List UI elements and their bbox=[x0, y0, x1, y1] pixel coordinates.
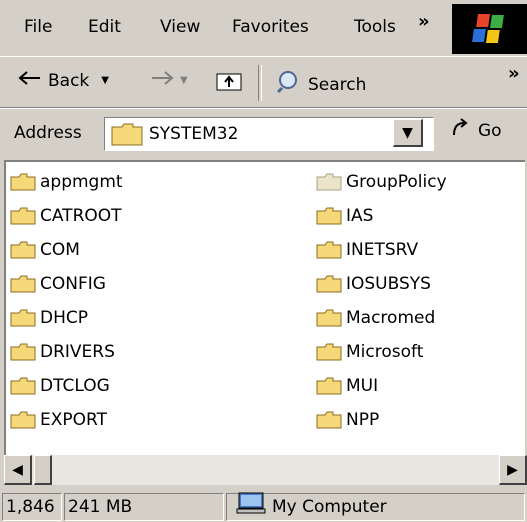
folder-icon bbox=[10, 207, 36, 225]
menu-favorites[interactable]: Favorites bbox=[232, 17, 309, 37]
folder-label: Microsoft bbox=[346, 342, 424, 362]
arrow-left-icon: ◀ bbox=[12, 462, 23, 478]
go-label: Go bbox=[478, 120, 502, 141]
standard-toolbar: Back ▼ ▼ Search » bbox=[0, 56, 527, 108]
toolbar-overflow-chevron-icon[interactable]: » bbox=[508, 63, 520, 84]
search-button[interactable]: Search bbox=[276, 70, 366, 99]
folder-label: CATROOT bbox=[40, 206, 122, 226]
status-zone: My Computer bbox=[226, 492, 525, 522]
folder-item[interactable]: GroupPolicy bbox=[316, 172, 447, 192]
go-arrow-icon bbox=[450, 117, 472, 144]
folder-icon bbox=[316, 411, 342, 429]
chevron-down-icon: ▼ bbox=[402, 125, 413, 141]
folder-icon bbox=[316, 377, 342, 395]
folder-icon bbox=[316, 309, 342, 327]
folder-label: GroupPolicy bbox=[346, 172, 447, 192]
folder-icon bbox=[10, 377, 36, 395]
forward-button[interactable]: ▼ bbox=[150, 70, 188, 91]
toolbar-separator bbox=[258, 65, 262, 101]
folder-icon bbox=[316, 207, 342, 225]
folder-item[interactable]: Macromed bbox=[316, 308, 435, 328]
menu-edit[interactable]: Edit bbox=[88, 17, 121, 37]
folder-icon bbox=[10, 343, 36, 361]
address-label: Address bbox=[14, 123, 82, 143]
scroll-left-button[interactable]: ◀ bbox=[4, 455, 32, 485]
arrow-right-icon: ▶ bbox=[507, 462, 518, 478]
up-folder-icon bbox=[216, 70, 242, 97]
folder-item[interactable]: COM bbox=[10, 240, 80, 260]
folder-icon bbox=[10, 275, 36, 293]
back-arrow-icon bbox=[18, 70, 42, 91]
file-list-pane: appmgmt CATROOT COM CONFIG DHCP DRIVERS … bbox=[4, 160, 525, 455]
folder-label: EXPORT bbox=[40, 410, 107, 430]
my-computer-icon bbox=[236, 492, 266, 522]
menu-tools[interactable]: Tools bbox=[354, 17, 396, 37]
back-button[interactable]: Back ▼ bbox=[18, 70, 109, 91]
horizontal-scrollbar[interactable]: ◀ ▶ bbox=[4, 455, 527, 485]
folder-icon bbox=[10, 309, 36, 327]
folder-label: Macromed bbox=[346, 308, 436, 328]
folder-item[interactable]: IAS bbox=[316, 206, 373, 226]
folder-icon bbox=[316, 343, 342, 361]
menu-file[interactable]: File bbox=[24, 17, 52, 37]
folder-icon bbox=[316, 173, 342, 191]
folder-label: NPP bbox=[346, 410, 380, 430]
address-field[interactable]: SYSTEM32 bbox=[104, 117, 434, 151]
folder-icon bbox=[111, 122, 143, 151]
folder-item[interactable]: DHCP bbox=[10, 308, 88, 328]
folder-label: COM bbox=[40, 240, 80, 260]
folder-item[interactable]: DTCLOG bbox=[10, 376, 110, 396]
folder-label: DHCP bbox=[40, 308, 88, 328]
folder-icon bbox=[10, 173, 36, 191]
address-bar: Address SYSTEM32 ▼ Go bbox=[0, 108, 527, 158]
status-location-label: My Computer bbox=[272, 497, 387, 517]
folder-item[interactable]: IOSUBSYS bbox=[316, 274, 431, 294]
status-size: 241 MB bbox=[64, 493, 224, 521]
status-object-count: 1,846 bbox=[2, 493, 62, 521]
forward-arrow-icon bbox=[150, 70, 174, 91]
folder-item[interactable]: CONFIG bbox=[10, 274, 106, 294]
scroll-thumb[interactable] bbox=[34, 455, 52, 485]
menu-view[interactable]: View bbox=[160, 17, 200, 37]
forward-dropdown-icon[interactable]: ▼ bbox=[180, 75, 188, 86]
back-label: Back bbox=[48, 70, 90, 91]
back-dropdown-icon[interactable]: ▼ bbox=[101, 75, 109, 86]
address-dropdown-button[interactable]: ▼ bbox=[393, 119, 423, 147]
status-bar: 1,846 241 MB My Computer bbox=[0, 490, 527, 522]
folder-item[interactable]: CATROOT bbox=[10, 206, 122, 226]
folder-label: INETSRV bbox=[346, 240, 419, 260]
folder-icon bbox=[10, 241, 36, 259]
menu-bar: File Edit View Favorites Tools » bbox=[0, 0, 527, 56]
folder-label: DTCLOG bbox=[40, 376, 110, 396]
go-button[interactable]: Go bbox=[450, 117, 502, 144]
scroll-right-button[interactable]: ▶ bbox=[499, 455, 527, 485]
windows-logo-icon bbox=[452, 4, 527, 54]
folder-item[interactable]: INETSRV bbox=[316, 240, 418, 260]
menu-overflow-chevron-icon[interactable]: » bbox=[418, 11, 430, 32]
folder-item[interactable]: appmgmt bbox=[10, 172, 123, 192]
up-folder-button[interactable] bbox=[216, 70, 242, 97]
folder-label: appmgmt bbox=[40, 172, 123, 192]
folder-item[interactable]: NPP bbox=[316, 410, 379, 430]
folder-label: DRIVERS bbox=[40, 342, 115, 362]
folder-icon bbox=[10, 411, 36, 429]
folder-item[interactable]: DRIVERS bbox=[10, 342, 115, 362]
search-icon bbox=[276, 70, 302, 99]
folder-item[interactable]: EXPORT bbox=[10, 410, 107, 430]
folder-icon bbox=[316, 241, 342, 259]
folder-item[interactable]: MUI bbox=[316, 376, 378, 396]
address-value: SYSTEM32 bbox=[149, 124, 239, 144]
folder-icon bbox=[316, 275, 342, 293]
folder-label: IOSUBSYS bbox=[346, 274, 431, 294]
folder-label: CONFIG bbox=[40, 274, 106, 294]
folder-item[interactable]: Microsoft bbox=[316, 342, 423, 362]
folder-label: IAS bbox=[346, 206, 374, 226]
search-label: Search bbox=[308, 74, 367, 95]
folder-label: MUI bbox=[346, 376, 379, 396]
